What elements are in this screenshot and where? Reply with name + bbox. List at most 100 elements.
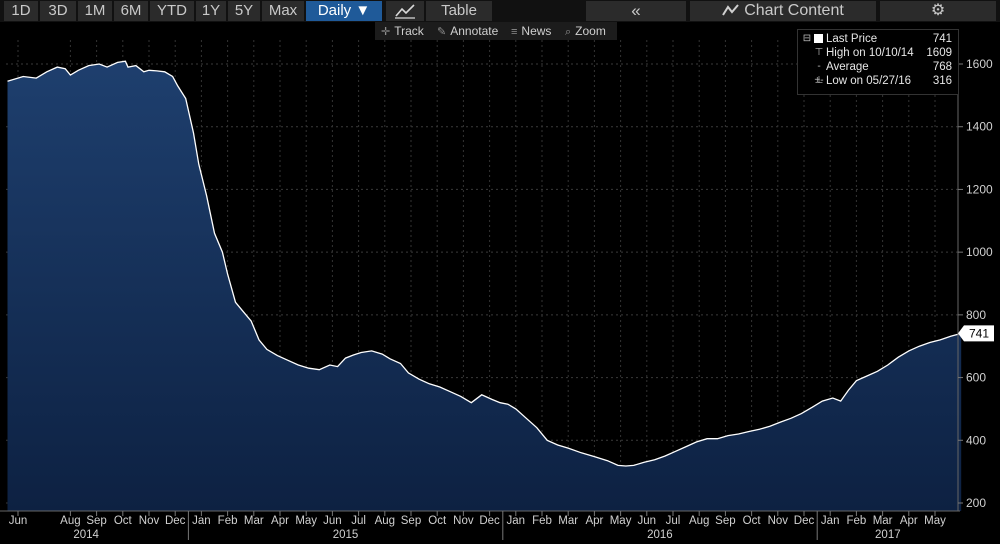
year-label: 2015: [333, 529, 359, 541]
x-tick-label: Oct: [428, 515, 447, 527]
crosshair-icon: ✛: [381, 26, 391, 38]
y-tick-label: 1200: [966, 182, 993, 196]
x-tick-label: Jan: [507, 515, 526, 527]
news-button[interactable]: ≡ News: [511, 22, 551, 40]
range-1y-button[interactable]: 1Y: [196, 1, 226, 21]
legend-swatch-white: [814, 34, 823, 43]
x-tick-label: Apr: [271, 515, 289, 527]
x-tick-label: May: [924, 515, 946, 527]
news-label: News: [521, 24, 552, 38]
legend-high-label: High on 10/10/14: [826, 47, 914, 59]
x-tick-label: Jun: [323, 515, 342, 527]
range-5y-button[interactable]: 5Y: [228, 1, 260, 21]
x-tick-label: Mar: [873, 515, 893, 527]
chart-content-icon: [722, 4, 739, 16]
x-tick-label: Feb: [846, 515, 866, 527]
x-tick-label: Sep: [715, 515, 735, 527]
line-chart-button[interactable]: [386, 1, 424, 21]
track-button[interactable]: ✛ Track: [381, 22, 424, 40]
x-tick-label: Jan: [821, 515, 840, 527]
range-6m-button[interactable]: 6M: [114, 1, 148, 21]
legend-collapse-icon[interactable]: ⊟: [802, 32, 812, 46]
chart-subtoolbar: ✛ Track ✎ Annotate ≡ News ⌕ Zoom: [375, 22, 617, 40]
legend-row-high: ⊤ High on 10/10/14 1609: [798, 46, 958, 60]
line-chart-icon: [395, 4, 415, 19]
x-tick-label: Oct: [743, 515, 762, 527]
high-marker-icon: ⊤: [814, 47, 824, 58]
price-area-fill: [7, 61, 962, 511]
range-max-button[interactable]: Max: [262, 1, 304, 21]
table-button[interactable]: Table: [426, 1, 492, 21]
x-tick-label: Sep: [86, 515, 106, 527]
chart-toolbar: 1D 3D 1M 6M YTD 1Y 5Y Max Daily ▼ Table …: [0, 0, 1000, 22]
annotate-button[interactable]: ✎ Annotate: [437, 22, 498, 40]
x-tick-label: Sep: [401, 515, 421, 527]
track-label: Track: [394, 24, 424, 38]
y-tick-label: 1400: [966, 120, 993, 134]
x-tick-label: Nov: [768, 515, 789, 527]
x-tick-label: Dec: [165, 515, 186, 527]
legend-average-label: Average: [826, 61, 869, 73]
legend-low-label: Low on 05/27/16: [826, 75, 912, 87]
range-1m-button[interactable]: 1M: [78, 1, 112, 21]
y-axis-ticks: 200 400 600 800 1000 1200 1400 1600: [958, 57, 993, 510]
x-tick-label: Apr: [900, 515, 918, 527]
x-tick-label: Aug: [60, 515, 80, 527]
last-price-tag-label: 741: [969, 326, 989, 340]
x-tick-label: Jul: [666, 515, 681, 527]
chart-content-label: Chart Content: [744, 2, 844, 19]
x-tick-label: May: [610, 515, 632, 527]
x-tick-label: Dec: [479, 515, 500, 527]
zoom-button[interactable]: ⌕ Zoom: [565, 22, 606, 40]
x-tick-label: Feb: [218, 515, 238, 527]
x-tick-label: Jul: [351, 515, 366, 527]
y-tick-label: 600: [966, 371, 986, 385]
x-axis-ticks: Jun Aug Sep Oct Nov Dec Jan Feb Mar Apr May Jun Jul A…: [9, 511, 946, 541]
legend-high-value: 1609: [926, 47, 952, 59]
legend-last-price-label: Last Price: [826, 33, 878, 45]
legend-low-value: 316: [932, 75, 952, 87]
x-tick-label: Jan: [192, 515, 211, 527]
chart-content-button[interactable]: Chart Content: [690, 1, 876, 21]
x-tick-label: Mar: [558, 515, 578, 527]
y-tick-label: 800: [966, 308, 986, 322]
pencil-icon: ✎: [437, 26, 447, 38]
y-tick-label: 1000: [966, 245, 993, 259]
year-label: 2014: [73, 529, 99, 541]
x-tick-label: Mar: [244, 515, 264, 527]
range-3d-button[interactable]: 3D: [40, 1, 76, 21]
frequency-dropdown[interactable]: Daily ▼: [306, 1, 382, 21]
price-line: [7, 60, 962, 467]
year-label: 2017: [875, 529, 901, 541]
y-tick-label: 400: [966, 433, 986, 447]
range-1d-button[interactable]: 1D: [4, 1, 38, 21]
legend-average-value: 768: [932, 61, 952, 73]
settings-button[interactable]: ⚙: [880, 1, 996, 21]
year-label: 2016: [647, 529, 673, 541]
y-tick-label: 200: [966, 496, 986, 510]
annotate-label: Annotate: [450, 24, 499, 38]
y-tick-label: 1600: [966, 57, 993, 71]
range-ytd-button[interactable]: YTD: [150, 1, 194, 21]
x-tick-label: Oct: [114, 515, 133, 527]
gear-icon: ⚙: [930, 2, 946, 19]
legend-row-average: -+- Average 768: [798, 60, 958, 86]
x-tick-label: Nov: [139, 515, 160, 527]
legend-last-price-value: 741: [932, 33, 952, 45]
chart-grid: [6, 40, 958, 511]
x-tick-label: Jun: [638, 515, 657, 527]
last-price-tag-box: [958, 325, 994, 342]
zoom-label: Zoom: [575, 24, 606, 38]
chart-legend: ⊟ Last Price 741 ⊤ High on 10/10/14 1609…: [797, 29, 959, 95]
double-chevron-left-icon: «: [631, 1, 641, 20]
magnifier-icon: ⌕: [565, 26, 572, 38]
collapse-button[interactable]: «: [586, 1, 686, 21]
x-tick-label: Feb: [532, 515, 552, 527]
x-tick-label: Aug: [375, 515, 395, 527]
legend-row-last-price: ⊟ Last Price 741: [798, 32, 958, 46]
x-tick-label: Apr: [585, 515, 603, 527]
news-icon: ≡: [511, 26, 518, 38]
low-marker-icon: ⊥: [814, 75, 824, 86]
x-tick-label: Nov: [453, 515, 474, 527]
x-tick-label: Dec: [794, 515, 815, 527]
